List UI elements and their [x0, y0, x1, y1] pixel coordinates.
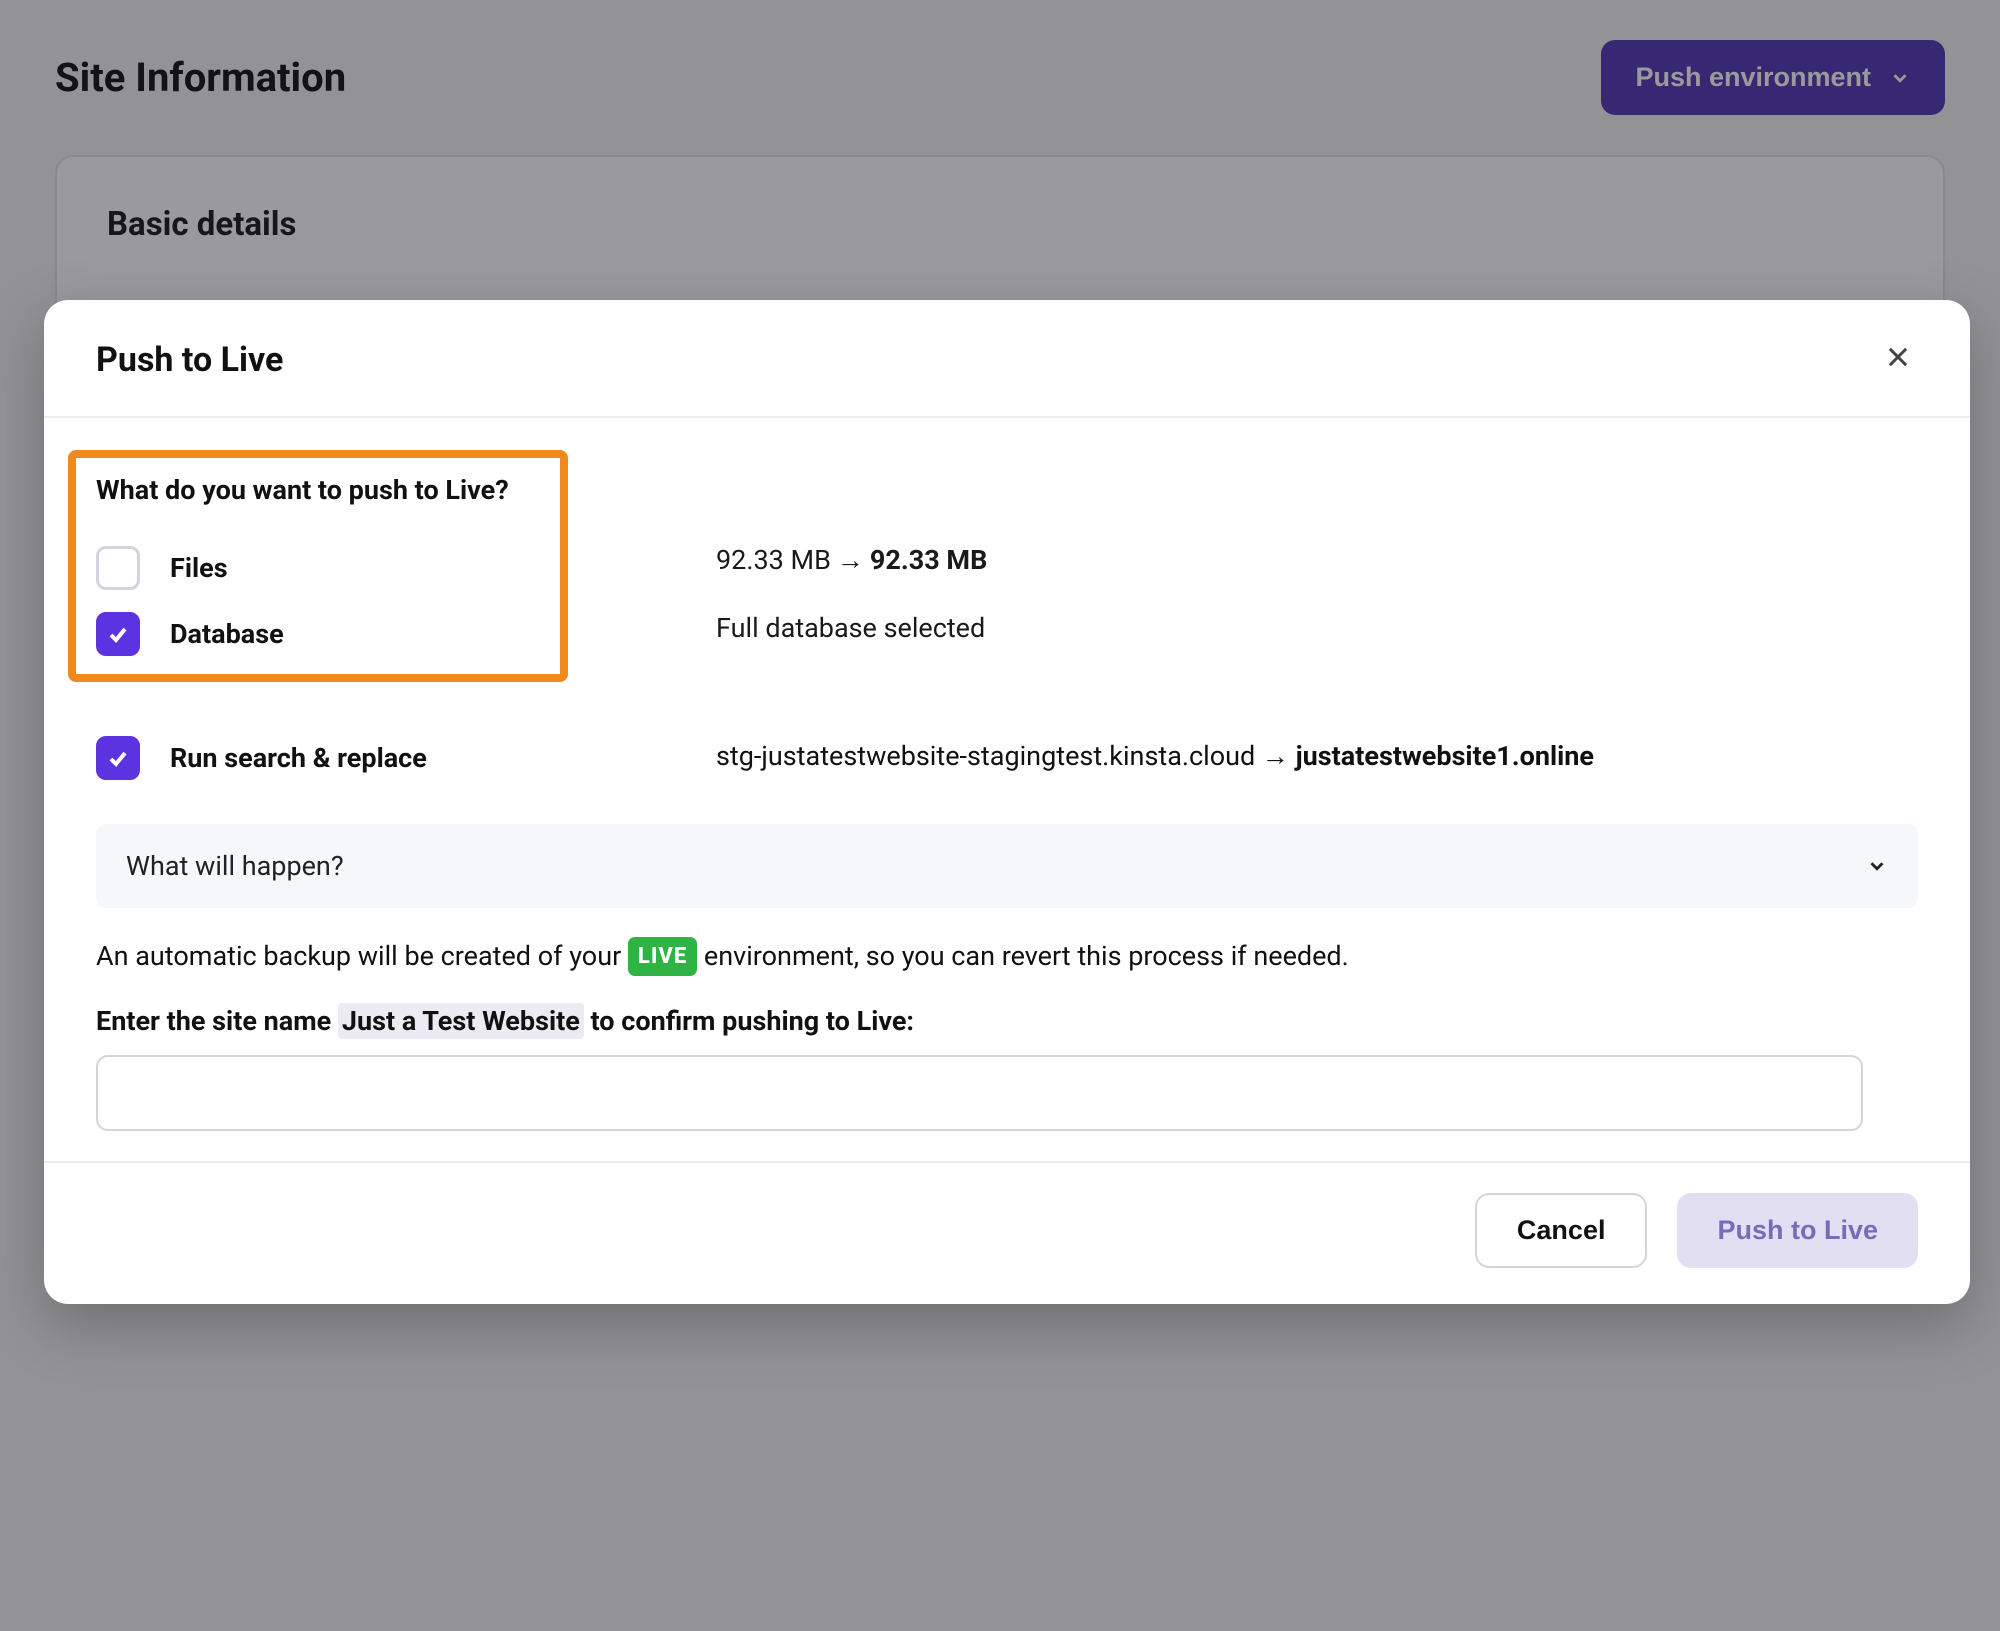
backup-info: An automatic backup will be created of y…	[96, 936, 1918, 977]
files-label: Files	[170, 552, 228, 584]
push-selection-highlight: What do you want to push to Live? Files …	[68, 450, 568, 682]
check-icon	[106, 746, 130, 770]
live-badge: LIVE	[628, 937, 697, 976]
close-button[interactable]	[1878, 340, 1918, 380]
modal-overlay[interactable]: Push to Live What do you want to push to…	[0, 0, 2000, 1631]
close-icon	[1884, 343, 1912, 371]
modal-title: Push to Live	[96, 340, 283, 380]
accordion-label: What will happen?	[126, 850, 344, 882]
search-replace-label: Run search & replace	[170, 742, 427, 774]
search-replace-checkbox[interactable]	[96, 736, 140, 780]
push-to-live-button[interactable]: Push to Live	[1677, 1193, 1918, 1268]
cancel-button[interactable]: Cancel	[1475, 1193, 1648, 1268]
confirm-sitename: Just a Test Website	[338, 1003, 584, 1039]
push-question: What do you want to push to Live?	[96, 474, 540, 506]
database-checkbox[interactable]	[96, 612, 140, 656]
what-will-happen-accordion[interactable]: What will happen?	[96, 824, 1918, 908]
database-detail: Full database selected	[716, 610, 1918, 648]
database-label: Database	[170, 618, 284, 650]
confirm-sitename-input[interactable]	[96, 1055, 1863, 1131]
files-size-detail: 92.33 MB→92.33 MB	[716, 542, 1918, 580]
files-checkbox[interactable]	[96, 546, 140, 590]
check-icon	[106, 622, 130, 646]
chevron-down-icon	[1866, 855, 1888, 877]
push-to-live-modal: Push to Live What do you want to push to…	[44, 300, 1970, 1304]
confirm-instruction: Enter the site name Just a Test Website …	[96, 1005, 1918, 1037]
search-replace-detail: stg-justatestwebsite-stagingtest.kinsta.…	[716, 740, 1594, 772]
